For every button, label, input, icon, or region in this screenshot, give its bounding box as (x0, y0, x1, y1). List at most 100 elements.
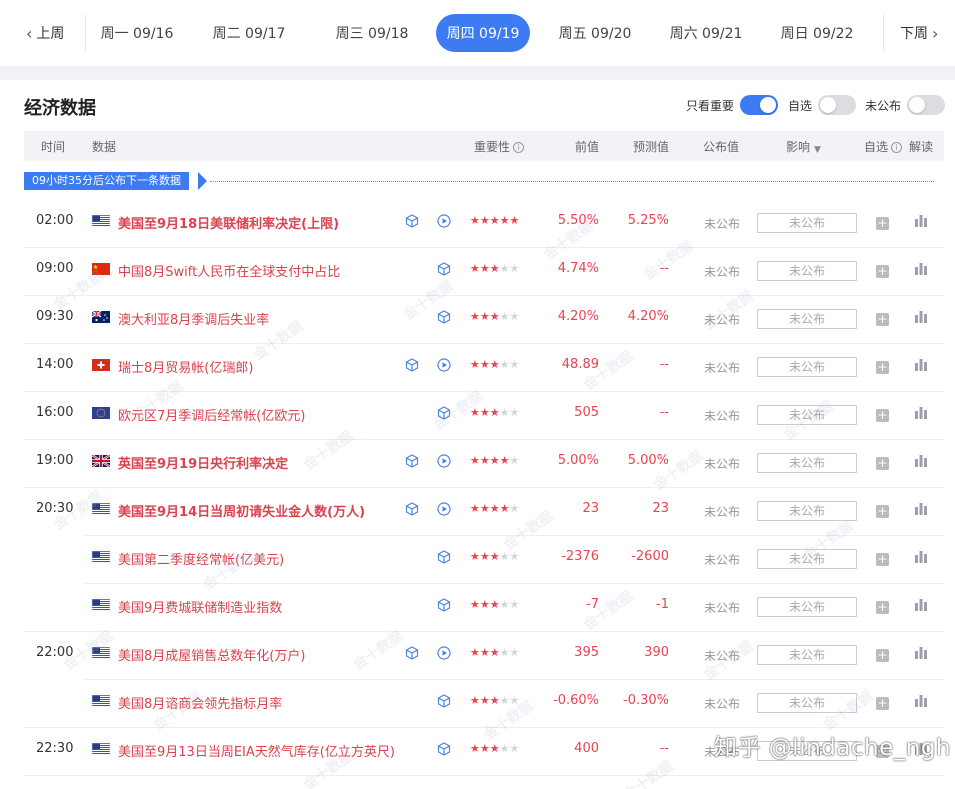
cube-icon[interactable] (405, 646, 419, 660)
row-indicator-name[interactable]: 美国9月费城联储制造业指数 (118, 597, 282, 616)
bar-chart-icon[interactable] (914, 262, 928, 276)
day-tab[interactable]: 周四 09/19 (436, 14, 530, 52)
star-icon: ★ (509, 454, 520, 467)
header-impact[interactable]: 影响 ▼ (786, 138, 821, 155)
table-row[interactable]: 22:00 美国8月成屋销售总数年化(万户) ★★★★★ 395 390 未公布… (0, 632, 955, 680)
bar-chart-icon[interactable] (914, 646, 928, 660)
toggle-favorites-switch[interactable] (818, 95, 857, 115)
plus-icon[interactable]: + (876, 265, 889, 278)
next-week-button[interactable]: 下周 › (900, 0, 938, 66)
table-row[interactable]: 美国8月谘商会领先指标月率 ★★★★★ -0.60% -0.30% 未公布 未公… (0, 680, 955, 728)
star-icon: ★ (470, 646, 480, 659)
play-circle-icon[interactable] (437, 358, 451, 372)
cube-icon[interactable] (405, 502, 419, 516)
row-indicator-name[interactable]: 美国至9月13日当周EIA天然气库存(亿立方英尺) (118, 741, 395, 760)
cube-icon[interactable] (437, 598, 451, 612)
table-row[interactable]: 16:00 欧元区7月季调后经常帐(亿欧元) ★★★★★ 505 -- 未公布 … (0, 392, 955, 440)
bar-chart-icon[interactable] (914, 358, 928, 372)
bar-chart-icon[interactable] (914, 214, 928, 228)
plus-icon[interactable]: + (876, 505, 889, 518)
table-row[interactable]: 09:00 中国8月Swift人民币在全球支付中占比 ★★★★★ 4.74% -… (0, 248, 955, 296)
flag-cn-icon (92, 263, 110, 275)
row-impact-box: 未公布 (757, 693, 857, 713)
table-row[interactable]: 美国9月费城联储制造业指数 ★★★★★ -7 -1 未公布 未公布 + (0, 584, 955, 632)
bar-chart-icon[interactable] (914, 550, 928, 564)
table-row[interactable]: 02:00 美国至9月18日美联储利率决定(上限) ★★★★★ 5.50% 5.… (0, 200, 955, 248)
row-impact-box: 未公布 (757, 645, 857, 665)
plus-icon[interactable]: + (876, 217, 889, 230)
toggle-unpublished-label: 未公布 (865, 98, 902, 113)
row-indicator-name[interactable]: 欧元区7月季调后经常帐(亿欧元) (118, 405, 305, 424)
row-indicator-name[interactable]: 美国至9月14日当周初请失业金人数(万人) (118, 501, 365, 520)
bar-chart-icon[interactable] (914, 694, 928, 708)
cube-icon[interactable] (405, 454, 419, 468)
toggle-unpublished[interactable]: 未公布 (865, 95, 946, 115)
day-tab[interactable]: 周日 09/22 (770, 14, 864, 52)
toggle-favorites[interactable]: 自选 (788, 95, 857, 115)
row-time: 19:00 (36, 453, 74, 468)
row-time: 16:00 (36, 405, 74, 420)
star-icon: ★ (479, 598, 490, 611)
cube-icon[interactable] (437, 262, 451, 276)
star-icon: ★ (499, 502, 510, 515)
bar-chart-icon[interactable] (914, 310, 928, 324)
table-row[interactable]: 美国第二季度经常帐(亿美元) ★★★★★ -2376 -2600 未公布 未公布… (0, 536, 955, 584)
plus-icon[interactable]: + (876, 697, 889, 710)
flag-us-icon (91, 550, 111, 564)
row-indicator-name[interactable]: 美国8月成屋销售总数年化(万户) (118, 645, 305, 664)
importance-stars: ★★★★★ (470, 598, 519, 611)
play-circle-icon[interactable] (437, 502, 451, 516)
flag-uk-icon (91, 454, 111, 468)
play-circle-icon[interactable] (437, 454, 451, 468)
toggle-important-label: 只看重要 (686, 98, 735, 113)
row-impact-box: 未公布 (757, 453, 857, 473)
plus-icon[interactable]: + (876, 649, 889, 662)
play-circle-icon[interactable] (437, 646, 451, 660)
cube-icon[interactable] (437, 310, 451, 324)
cube-icon[interactable] (405, 214, 419, 228)
toggle-important[interactable]: 只看重要 (686, 95, 779, 115)
toggle-unpublished-switch[interactable] (907, 95, 946, 115)
cube-icon[interactable] (405, 358, 419, 372)
row-indicator-name[interactable]: 英国至9月19日央行利率决定 (118, 453, 288, 472)
cube-icon[interactable] (437, 742, 451, 756)
row-indicator-name[interactable]: 美国8月谘商会领先指标月率 (118, 693, 282, 712)
row-previous: 48.89 (561, 357, 599, 372)
row-indicator-name[interactable]: 瑞士8月贸易帐(亿瑞郎) (118, 357, 253, 376)
table-row[interactable]: 14:00 瑞士8月贸易帐(亿瑞郎) ★★★★★ 48.89 -- 未公布 未公… (0, 344, 955, 392)
row-forecast: 390 (644, 645, 669, 660)
plus-icon[interactable]: + (876, 601, 889, 614)
header-favorite: 自选 i (864, 138, 903, 155)
plus-icon[interactable]: + (876, 457, 889, 470)
bar-chart-icon[interactable] (914, 598, 928, 612)
table-row[interactable]: 19:00 英国至9月19日央行利率决定 ★★★★★ 5.00% 5.00% 未… (0, 440, 955, 488)
row-indicator-name[interactable]: 美国至9月18日美联储利率决定(上限) (118, 213, 339, 232)
day-tab[interactable]: 周五 09/20 (548, 14, 642, 52)
cube-icon[interactable] (437, 550, 451, 564)
plus-icon[interactable]: + (876, 361, 889, 374)
row-forecast: 4.20% (627, 309, 669, 324)
day-tab[interactable]: 周一 09/16 (90, 14, 184, 52)
cube-icon[interactable] (437, 694, 451, 708)
row-indicator-name[interactable]: 中国8月Swift人民币在全球支付中占比 (118, 261, 340, 280)
day-tab[interactable]: 周二 09/17 (202, 14, 296, 52)
row-divider (24, 775, 944, 776)
toggle-important-switch[interactable] (740, 95, 779, 115)
table-row[interactable]: 09:30 澳大利亚8月季调后失业率 ★★★★★ 4.20% 4.20% 未公布… (0, 296, 955, 344)
plus-icon[interactable]: + (876, 313, 889, 326)
row-indicator-name[interactable]: 美国第二季度经常帐(亿美元) (118, 549, 284, 568)
day-tab[interactable]: 周三 09/18 (325, 14, 419, 52)
cube-icon[interactable] (437, 406, 451, 420)
star-icon: ★ (470, 598, 480, 611)
flag-eu-icon (92, 407, 110, 419)
plus-icon[interactable]: + (876, 409, 889, 422)
bar-chart-icon[interactable] (914, 502, 928, 516)
day-tab[interactable]: 周六 09/21 (659, 14, 753, 52)
row-indicator-name[interactable]: 澳大利亚8月季调后失业率 (118, 309, 269, 328)
prev-week-button[interactable]: ‹ 上周 (26, 0, 64, 66)
bar-chart-icon[interactable] (914, 406, 928, 420)
play-circle-icon[interactable] (437, 214, 451, 228)
table-row[interactable]: 20:30 美国至9月14日当周初请失业金人数(万人) ★★★★★ 23 23 … (0, 488, 955, 536)
bar-chart-icon[interactable] (914, 454, 928, 468)
plus-icon[interactable]: + (876, 553, 889, 566)
